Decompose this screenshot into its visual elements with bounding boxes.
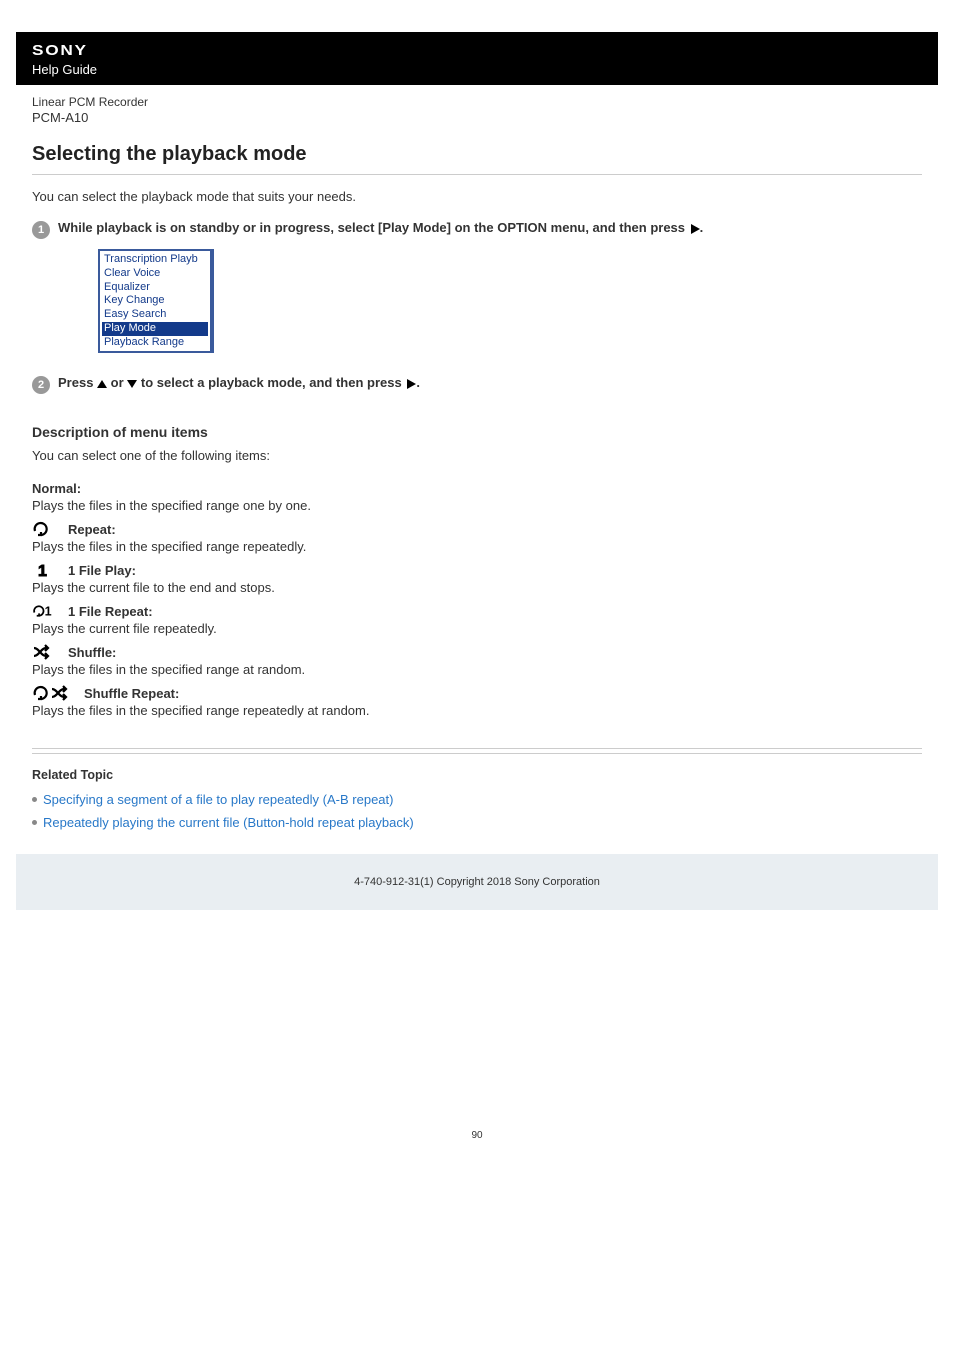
item-1file-repeat-label: 1 File Repeat:: [68, 604, 153, 619]
related-link-button-hold[interactable]: Repeatedly playing the current file (But…: [43, 815, 414, 830]
page-title: Selecting the playback mode: [32, 143, 922, 166]
device-menu-item: Equalizer: [102, 281, 208, 295]
item-normal-desc: Plays the files in the specified range o…: [32, 498, 922, 513]
shuffle-icon: [32, 644, 54, 660]
device-screen: Transcription Playb Clear Voice Equalize…: [98, 249, 214, 353]
step-number-badge: 1: [32, 221, 50, 239]
device-menu-item: Key Change: [102, 294, 208, 308]
repeat-icon: [32, 521, 54, 537]
menu-items-heading: Description of menu items: [32, 424, 922, 440]
item-shuffle-label: Shuffle:: [68, 645, 116, 660]
header-bar: SONY Help Guide: [16, 32, 938, 85]
item-shuffle-desc: Plays the files in the specified range a…: [32, 662, 922, 677]
device-menu-item: Transcription Playb: [102, 253, 208, 267]
step-2-text: Press or to select a playback mode, and …: [58, 375, 420, 390]
brand-logo: SONY: [32, 42, 88, 59]
down-arrow-icon: [127, 380, 137, 388]
item-1file-repeat: 1 1 File Repeat:: [32, 603, 922, 619]
item-1file-label: 1 File Play:: [68, 563, 136, 578]
svg-text:1: 1: [45, 605, 52, 619]
step-number-badge: 2: [32, 376, 50, 394]
copyright-text: 4-740-912-31(1) Copyright 2018 Sony Corp…: [354, 876, 600, 888]
item-shuffle-repeat-desc: Plays the files in the specified range r…: [32, 703, 922, 718]
related-heading: Related Topic: [32, 768, 922, 782]
step-1: 1 While playback is on standby or in pro…: [32, 220, 922, 357]
device-menu-item: Easy Search: [102, 308, 208, 322]
repeat-one-icon: 1: [32, 603, 54, 619]
footer-bar: 4-740-912-31(1) Copyright 2018 Sony Corp…: [16, 854, 938, 910]
repeat-shuffle-icon: [32, 685, 70, 701]
item-normal-label: Normal:: [32, 481, 922, 496]
up-arrow-icon: [97, 380, 107, 388]
item-1file: 1 1 File Play:: [32, 562, 922, 578]
related-link-ab-repeat[interactable]: Specifying a segment of a file to play r…: [43, 792, 393, 807]
play-icon: [407, 379, 416, 389]
step-2: 2 Press or to select a playback mode, an…: [32, 375, 922, 394]
item-repeat-label: Repeat:: [68, 522, 116, 537]
item-shuffle-repeat: Shuffle Repeat:: [32, 685, 922, 701]
one-file-icon: 1: [32, 562, 54, 578]
title-separator: [32, 174, 922, 175]
page-number: 90: [0, 1130, 954, 1151]
play-icon: [691, 224, 700, 234]
item-shuffle: Shuffle:: [32, 644, 922, 660]
step-1-text: While playback is on standby or in progr…: [58, 220, 703, 235]
device-menu-item: Playback Range: [102, 336, 208, 350]
product-model: PCM-A10: [32, 110, 922, 125]
menu-items-list: Normal: Plays the files in the specified…: [32, 481, 922, 718]
item-repeat: Repeat:: [32, 521, 922, 537]
item-shuffle-repeat-label: Shuffle Repeat:: [84, 686, 179, 701]
related-separator-inner: [32, 753, 922, 754]
related-separator: [32, 748, 922, 749]
item-repeat-desc: Plays the files in the specified range r…: [32, 539, 922, 554]
item-1file-repeat-desc: Plays the current file repeatedly.: [32, 621, 922, 636]
device-menu-item: Clear Voice: [102, 267, 208, 281]
related-link-item: Repeatedly playing the current file (But…: [32, 815, 922, 830]
item-1file-desc: Plays the current file to the end and st…: [32, 580, 922, 595]
product-info: Linear PCM Recorder PCM-A10: [16, 85, 938, 125]
help-guide-label: Help Guide: [32, 62, 922, 77]
intro-text: You can select the playback mode that su…: [32, 189, 922, 204]
menu-items-desc: You can select one of the following item…: [32, 448, 922, 463]
svg-text:1: 1: [38, 563, 47, 578]
device-menu-item-selected: Play Mode: [102, 322, 208, 336]
related-link-item: Specifying a segment of a file to play r…: [32, 792, 922, 807]
product-line: Linear PCM Recorder: [32, 95, 922, 109]
related-links: Specifying a segment of a file to play r…: [32, 792, 922, 830]
